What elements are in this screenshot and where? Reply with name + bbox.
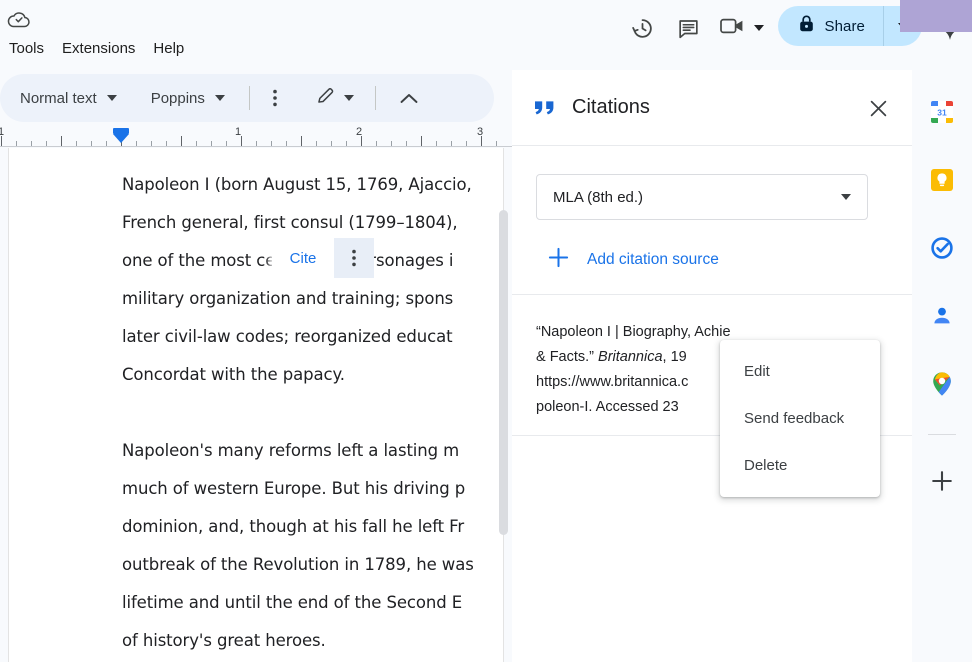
citation-source-name: Britannica — [598, 349, 663, 365]
document-area: Napoleon I (born August 15, 1769, Ajacci… — [0, 148, 512, 662]
citations-panel-title: Citations — [572, 96, 650, 118]
doc-paragraph-gap — [122, 394, 512, 432]
rail-divider — [928, 434, 956, 435]
citation-more-options-button[interactable] — [334, 238, 374, 278]
chevron-down-icon — [106, 95, 117, 101]
chevron-down-icon — [343, 95, 354, 101]
google-docs-window: Tools Extensions Help Share Normal text … — [0, 0, 972, 662]
pencil-icon — [315, 85, 336, 111]
citations-panel-header: Citations — [512, 70, 912, 146]
context-menu-item-send-feedback[interactable]: Send feedback — [720, 395, 880, 442]
formatting-toolbar: Normal text Poppins — [0, 74, 494, 122]
toolbar-divider-2 — [374, 86, 376, 110]
add-citation-source-button[interactable]: Add citation source — [536, 238, 731, 282]
doc-line: dominion, and, though at his fall he lef… — [122, 517, 465, 536]
doc-line: military organization and training; spon… — [122, 289, 454, 308]
google-keep-icon[interactable] — [922, 160, 962, 200]
comment-icon[interactable] — [666, 6, 710, 50]
add-citation-source-label: Add citation source — [587, 251, 719, 268]
calendar-day-number: 31 — [937, 108, 947, 118]
font-family-dropdown[interactable]: Poppins — [141, 81, 231, 115]
citation-line-2-suffix: , 19 — [662, 349, 687, 365]
share-button-main[interactable]: Share — [778, 6, 883, 46]
citation-line-2-prefix: & Facts.” — [536, 349, 599, 365]
chevron-down-icon — [754, 25, 765, 31]
horizontal-ruler[interactable]: 1 1 2 3 — [0, 126, 512, 148]
doc-line: lifetime and until the end of the Second… — [122, 593, 463, 612]
top-bar: Tools Extensions Help Share — [0, 0, 972, 70]
user-avatar[interactable] — [900, 0, 972, 32]
doc-line: much of western Europe. But his driving … — [122, 479, 466, 498]
doc-line: later civil-law codes; reorganized educa… — [122, 327, 453, 346]
video-camera-icon — [720, 16, 747, 41]
font-family-label: Poppins — [150, 89, 205, 107]
cite-button-label: Cite — [289, 249, 317, 267]
google-tasks-icon[interactable] — [922, 228, 962, 268]
ruler-baseline — [0, 146, 512, 147]
lock-icon — [798, 14, 815, 38]
side-panel-rail: 31 — [912, 70, 972, 662]
plus-icon — [548, 247, 569, 273]
context-menu-item-edit[interactable]: Edit — [720, 348, 880, 395]
citation-style-dropdown[interactable]: MLA (8th ed.) — [536, 174, 868, 220]
doc-line: Napoleon I (born August 15, 1769, Ajacci… — [122, 175, 472, 194]
google-contacts-icon[interactable] — [922, 296, 962, 336]
google-maps-icon[interactable] — [922, 364, 962, 404]
doc-line: Napoleon's many reforms left a lasting m — [122, 441, 460, 460]
google-meet-button[interactable] — [712, 6, 768, 50]
collapse-toolbar-button[interactable] — [392, 81, 426, 115]
toolbar-divider — [248, 86, 250, 110]
panel-divider-top — [512, 294, 912, 295]
chevron-down-icon — [841, 194, 851, 200]
context-menu-item-delete[interactable]: Delete — [720, 442, 880, 489]
editing-mode-button[interactable] — [310, 81, 359, 115]
paragraph-style-label: Normal text — [20, 89, 97, 107]
chevron-down-icon — [214, 95, 225, 101]
google-calendar-icon[interactable]: 31 — [922, 92, 962, 132]
doc-line: French general, first consul (1799–1804)… — [122, 213, 458, 232]
menu-item-tools[interactable]: Tools — [0, 36, 53, 62]
citation-context-menu: Edit Send feedback Delete — [720, 340, 880, 497]
menu-item-help[interactable]: Help — [144, 36, 193, 62]
menu-bar: Tools Extensions Help — [0, 36, 193, 62]
cloud-done-icon[interactable] — [6, 8, 32, 30]
doc-line: of history's great heroes. — [122, 631, 326, 650]
quote-icon — [534, 99, 560, 117]
document-scrollbar[interactable] — [499, 210, 508, 535]
paragraph-style-dropdown[interactable]: Normal text — [10, 81, 123, 115]
doc-line: outbreak of the Revolution in 1789, he w… — [122, 555, 474, 574]
more-options-button[interactable] — [258, 81, 292, 115]
close-icon[interactable] — [862, 92, 894, 124]
menu-item-extensions[interactable]: Extensions — [53, 36, 144, 62]
document-page[interactable]: Napoleon I (born August 15, 1769, Ajacci… — [8, 148, 504, 662]
citation-style-value: MLA (8th ed.) — [553, 188, 644, 206]
doc-line: Concordat with the papacy. — [122, 365, 345, 384]
share-button-label: Share — [824, 17, 865, 35]
add-side-panel-button[interactable] — [922, 461, 962, 501]
version-history-icon[interactable] — [620, 6, 664, 50]
cite-button[interactable]: Cite — [272, 238, 334, 278]
